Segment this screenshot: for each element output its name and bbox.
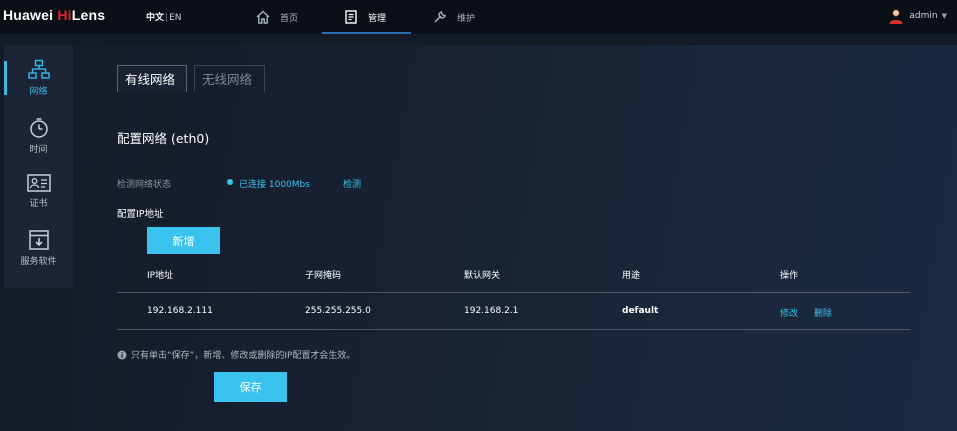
sidebar-item-service-software[interactable]: 服务软件 — [4, 229, 73, 267]
sidebar-item-label: 服务软件 — [20, 257, 57, 267]
delete-link[interactable]: 删除 — [814, 306, 832, 319]
column-header-usage: 用途 — [622, 271, 641, 281]
top-bar: Huawei HiLens 中文|EN 首页 管理 维护 admin ▼ — [0, 0, 957, 34]
user-menu[interactable]: admin ▼ — [888, 8, 947, 24]
edit-link[interactable]: 修改 — [780, 306, 798, 319]
brand-logo: Huawei HiLens — [3, 7, 106, 23]
sidebar-item-certificate[interactable]: 证书 — [4, 173, 73, 209]
user-name: admin — [909, 11, 938, 21]
clock-icon — [29, 118, 48, 138]
nav-manage[interactable]: 管理 — [344, 0, 386, 34]
sidebar-item-time[interactable]: 时间 — [4, 117, 73, 155]
status-label: 检测网络状态 — [117, 180, 172, 190]
lang-english[interactable]: EN — [169, 13, 181, 23]
sidebar-item-label: 证书 — [29, 199, 48, 209]
chevron-down-icon: ▼ — [941, 12, 947, 20]
cell-ip: 192.168.2.111 — [147, 306, 213, 316]
document-icon — [345, 10, 357, 24]
column-header-actions: 操作 — [780, 271, 799, 281]
user-avatar-icon — [889, 9, 903, 24]
network-icon — [27, 59, 50, 79]
lang-chinese[interactable]: 中文 — [146, 13, 164, 23]
status-text: 已连接 1000Mbs — [239, 180, 310, 190]
table-row-divider — [117, 329, 910, 330]
cell-mask: 255.255.255.0 — [305, 306, 371, 316]
wrench-icon — [434, 11, 446, 23]
download-box-icon — [28, 230, 49, 250]
nav-maintain[interactable]: 维护 — [433, 0, 475, 34]
table-header-divider — [117, 292, 910, 293]
add-button[interactable]: 新增 — [147, 227, 220, 254]
notice-text: 只有单击“保存”，新增、修改或删除的IP配置才会生效。 — [131, 351, 356, 361]
certificate-icon — [26, 174, 51, 192]
page-title: 配置网络 (eth0) — [117, 131, 210, 146]
column-header-gateway: 默认网关 — [464, 271, 501, 281]
column-header-mask: 子网掩码 — [305, 271, 342, 281]
cell-gateway: 192.168.2.1 — [464, 306, 519, 316]
tab-wireless-network[interactable]: 无线网络 — [194, 65, 265, 92]
home-icon — [256, 10, 270, 24]
info-icon — [117, 350, 127, 359]
tab-wired-network[interactable]: 有线网络 — [117, 65, 187, 92]
detect-link[interactable]: 检测 — [343, 177, 361, 190]
main-panel: 有线网络 无线网络 配置网络 (eth0) 检测网络状态 已连接 1000Mbs… — [73, 45, 957, 431]
save-button[interactable]: 保存 — [214, 372, 287, 402]
notice: 只有单击“保存”，新增、修改或删除的IP配置才会生效。 — [117, 348, 355, 361]
cell-usage: default — [622, 306, 659, 316]
sidebar-item-label: 时间 — [29, 145, 48, 155]
sidebar: 网络 时间 证书 服务软件 — [4, 45, 73, 288]
nav-active-indicator — [322, 32, 411, 34]
language-switcher: 中文|EN — [146, 13, 182, 23]
sidebar-item-network[interactable]: 网络 — [4, 59, 73, 97]
ip-config-label: 配置IP地址 — [117, 209, 164, 220]
nav-home[interactable]: 首页 — [256, 0, 298, 34]
sidebar-item-label: 网络 — [29, 87, 48, 97]
column-header-ip: IP地址 — [147, 271, 174, 281]
status-dot-icon — [227, 179, 233, 185]
